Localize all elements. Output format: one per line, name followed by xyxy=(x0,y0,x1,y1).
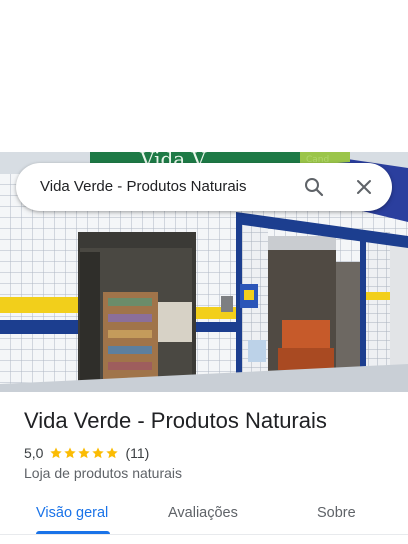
search-icon xyxy=(305,178,324,197)
search-bar[interactable]: Vida Verde - Produtos Naturais xyxy=(16,163,392,211)
search-button[interactable] xyxy=(302,175,326,199)
star-icon xyxy=(106,447,119,459)
star-icon xyxy=(78,447,91,459)
tab-reviews[interactable]: Avaliações xyxy=(168,505,238,521)
star-icon xyxy=(92,447,105,459)
tab-bar: Visão geral Avaliações Sobre xyxy=(0,494,408,544)
review-count[interactable]: (11) xyxy=(125,445,149,461)
tab-about[interactable]: Sobre xyxy=(317,505,356,521)
tab-overview[interactable]: Visão geral xyxy=(36,505,108,521)
divider xyxy=(0,534,408,535)
star-icon xyxy=(50,447,63,459)
blank-area xyxy=(0,0,408,152)
place-category[interactable]: Loja de produtos naturais xyxy=(24,465,182,481)
rating-value: 5,0 xyxy=(24,445,44,461)
rating-row[interactable]: 5,0 (11) xyxy=(24,444,149,462)
place-name: Vida Verde - Produtos Naturais xyxy=(24,408,327,433)
star-rating xyxy=(49,446,119,460)
close-icon xyxy=(357,180,371,194)
search-input[interactable]: Vida Verde - Produtos Naturais xyxy=(40,178,300,195)
star-icon xyxy=(64,447,77,459)
close-button[interactable] xyxy=(352,175,376,199)
